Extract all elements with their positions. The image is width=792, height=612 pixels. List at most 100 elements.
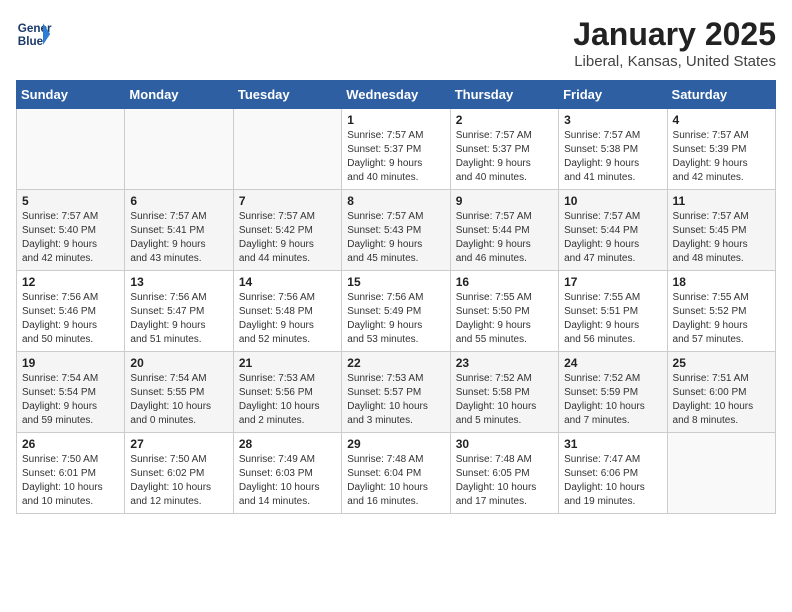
- day-info: Sunrise: 7:55 AM Sunset: 5:50 PM Dayligh…: [456, 291, 553, 347]
- day-number: 11: [673, 194, 770, 208]
- day-info: Sunrise: 7:52 AM Sunset: 5:58 PM Dayligh…: [456, 372, 553, 428]
- day-number: 7: [239, 194, 336, 208]
- calendar-cell: 12 Sunrise: 7:56 AM Sunset: 5:46 PM Dayli…: [17, 271, 125, 352]
- calendar-cell: 6Sunrise: 7:57 AM Sunset: 5:41 PM Daylig…: [125, 190, 233, 271]
- day-info: Sunrise: 7:48 AM Sunset: 6:04 PM Dayligh…: [347, 453, 444, 509]
- calendar-week-row: 5 Sunrise: 7:57 AM Sunset: 5:40 PM Daylig…: [17, 190, 776, 271]
- calendar-cell: 3 Sunrise: 7:57 AM Sunset: 5:38 PM Daylig…: [559, 109, 667, 190]
- day-of-week-header: Monday: [125, 81, 233, 109]
- day-number: 21: [239, 356, 336, 370]
- day-number: 20: [130, 356, 227, 370]
- calendar-week-row: 12 Sunrise: 7:56 AM Sunset: 5:46 PM Dayli…: [17, 271, 776, 352]
- calendar-cell: 26 Sunrise: 7:50 AM Sunset: 6:01 PM Dayli…: [17, 433, 125, 514]
- calendar-cell: 16 Sunrise: 7:55 AM Sunset: 5:50 PM Dayli…: [450, 271, 558, 352]
- calendar-table: SundayMondayTuesdayWednesdayThursdayFrid…: [16, 80, 776, 514]
- calendar-cell: 18 Sunrise: 7:55 AM Sunset: 5:52 PM Dayli…: [667, 271, 775, 352]
- day-number: 22: [347, 356, 444, 370]
- day-number: 24: [564, 356, 661, 370]
- day-number: 28: [239, 437, 336, 451]
- day-number: 15: [347, 275, 444, 289]
- day-number: 5: [22, 194, 119, 208]
- calendar-cell: 11Sunrise: 7:57 AM Sunset: 5:45 PM Dayli…: [667, 190, 775, 271]
- day-info: Sunrise: 7:55 AM Sunset: 5:51 PM Dayligh…: [564, 291, 661, 347]
- calendar-cell: 21 Sunrise: 7:53 AM Sunset: 5:56 PM Dayli…: [233, 352, 341, 433]
- day-number: 10: [564, 194, 661, 208]
- day-info: Sunrise: 7:53 AM Sunset: 5:56 PM Dayligh…: [239, 372, 336, 428]
- day-of-week-header: Thursday: [450, 81, 558, 109]
- day-of-week-header: Friday: [559, 81, 667, 109]
- day-number: 17: [564, 275, 661, 289]
- calendar-cell: 20 Sunrise: 7:54 AM Sunset: 5:55 PM Dayli…: [125, 352, 233, 433]
- title-area: January 2025 Liberal, Kansas, United Sta…: [573, 16, 776, 70]
- day-info: Sunrise: 7:57 AM Sunset: 5:41 PM Dayligh…: [130, 210, 227, 266]
- calendar-cell: 24Sunrise: 7:52 AM Sunset: 5:59 PM Dayli…: [559, 352, 667, 433]
- day-number: 4: [673, 113, 770, 127]
- day-info: Sunrise: 7:54 AM Sunset: 5:55 PM Dayligh…: [130, 372, 227, 428]
- day-number: 23: [456, 356, 553, 370]
- day-info: Sunrise: 7:57 AM Sunset: 5:42 PM Dayligh…: [239, 210, 336, 266]
- day-number: 29: [347, 437, 444, 451]
- month-title: January 2025: [573, 16, 776, 53]
- day-number: 19: [22, 356, 119, 370]
- day-info: Sunrise: 7:53 AM Sunset: 5:57 PM Dayligh…: [347, 372, 444, 428]
- location-title: Liberal, Kansas, United States: [573, 53, 776, 70]
- day-number: 8: [347, 194, 444, 208]
- day-info: Sunrise: 7:57 AM Sunset: 5:37 PM Dayligh…: [456, 129, 553, 185]
- day-info: Sunrise: 7:57 AM Sunset: 5:44 PM Dayligh…: [564, 210, 661, 266]
- day-number: 2: [456, 113, 553, 127]
- day-info: Sunrise: 7:57 AM Sunset: 5:37 PM Dayligh…: [347, 129, 444, 185]
- day-info: Sunrise: 7:57 AM Sunset: 5:38 PM Dayligh…: [564, 129, 661, 185]
- calendar-cell: 25 Sunrise: 7:51 AM Sunset: 6:00 PM Dayli…: [667, 352, 775, 433]
- day-of-week-header: Wednesday: [342, 81, 450, 109]
- calendar-header-row: SundayMondayTuesdayWednesdayThursdayFrid…: [17, 81, 776, 109]
- calendar-cell: 15 Sunrise: 7:56 AM Sunset: 5:49 PM Dayli…: [342, 271, 450, 352]
- day-info: Sunrise: 7:50 AM Sunset: 6:01 PM Dayligh…: [22, 453, 119, 509]
- calendar-cell: 29 Sunrise: 7:48 AM Sunset: 6:04 PM Dayli…: [342, 433, 450, 514]
- calendar-cell: [17, 109, 125, 190]
- day-info: Sunrise: 7:51 AM Sunset: 6:00 PM Dayligh…: [673, 372, 770, 428]
- calendar-cell: 17 Sunrise: 7:55 AM Sunset: 5:51 PM Dayli…: [559, 271, 667, 352]
- day-number: 16: [456, 275, 553, 289]
- day-number: 25: [673, 356, 770, 370]
- day-info: Sunrise: 7:48 AM Sunset: 6:05 PM Dayligh…: [456, 453, 553, 509]
- day-info: Sunrise: 7:57 AM Sunset: 5:43 PM Dayligh…: [347, 210, 444, 266]
- calendar-cell: 9 Sunrise: 7:57 AM Sunset: 5:44 PM Daylig…: [450, 190, 558, 271]
- day-info: Sunrise: 7:57 AM Sunset: 5:44 PM Dayligh…: [456, 210, 553, 266]
- day-info: Sunrise: 7:55 AM Sunset: 5:52 PM Dayligh…: [673, 291, 770, 347]
- calendar-cell: [233, 109, 341, 190]
- day-info: Sunrise: 7:56 AM Sunset: 5:49 PM Dayligh…: [347, 291, 444, 347]
- day-number: 18: [673, 275, 770, 289]
- calendar-cell: 14Sunrise: 7:56 AM Sunset: 5:48 PM Dayli…: [233, 271, 341, 352]
- day-number: 3: [564, 113, 661, 127]
- calendar-cell: 1Sunrise: 7:57 AM Sunset: 5:37 PM Daylig…: [342, 109, 450, 190]
- day-of-week-header: Tuesday: [233, 81, 341, 109]
- calendar-cell: 2 Sunrise: 7:57 AM Sunset: 5:37 PM Daylig…: [450, 109, 558, 190]
- day-info: Sunrise: 7:57 AM Sunset: 5:40 PM Dayligh…: [22, 210, 119, 266]
- calendar-cell: 13 Sunrise: 7:56 AM Sunset: 5:47 PM Dayli…: [125, 271, 233, 352]
- calendar-cell: [125, 109, 233, 190]
- day-number: 14: [239, 275, 336, 289]
- calendar-week-row: 26 Sunrise: 7:50 AM Sunset: 6:01 PM Dayli…: [17, 433, 776, 514]
- day-of-week-header: Saturday: [667, 81, 775, 109]
- calendar-cell: 22 Sunrise: 7:53 AM Sunset: 5:57 PM Dayli…: [342, 352, 450, 433]
- calendar-cell: 28Sunrise: 7:49 AM Sunset: 6:03 PM Dayli…: [233, 433, 341, 514]
- header: General Blue January 2025 Liberal, Kansa…: [16, 16, 776, 70]
- day-info: Sunrise: 7:56 AM Sunset: 5:46 PM Dayligh…: [22, 291, 119, 347]
- day-number: 13: [130, 275, 227, 289]
- day-number: 31: [564, 437, 661, 451]
- calendar-cell: 7 Sunrise: 7:57 AM Sunset: 5:42 PM Daylig…: [233, 190, 341, 271]
- day-info: Sunrise: 7:47 AM Sunset: 6:06 PM Dayligh…: [564, 453, 661, 509]
- day-number: 30: [456, 437, 553, 451]
- day-number: 9: [456, 194, 553, 208]
- day-number: 26: [22, 437, 119, 451]
- day-number: 12: [22, 275, 119, 289]
- day-info: Sunrise: 7:50 AM Sunset: 6:02 PM Dayligh…: [130, 453, 227, 509]
- calendar-cell: 31 Sunrise: 7:47 AM Sunset: 6:06 PM Dayli…: [559, 433, 667, 514]
- calendar-week-row: 19 Sunrise: 7:54 AM Sunset: 5:54 PM Dayli…: [17, 352, 776, 433]
- calendar-cell: 4Sunrise: 7:57 AM Sunset: 5:39 PM Daylig…: [667, 109, 775, 190]
- day-info: Sunrise: 7:56 AM Sunset: 5:47 PM Dayligh…: [130, 291, 227, 347]
- calendar-cell: 23 Sunrise: 7:52 AM Sunset: 5:58 PM Dayli…: [450, 352, 558, 433]
- svg-text:Blue: Blue: [18, 35, 44, 48]
- day-info: Sunrise: 7:54 AM Sunset: 5:54 PM Dayligh…: [22, 372, 119, 428]
- logo: General Blue: [16, 16, 52, 52]
